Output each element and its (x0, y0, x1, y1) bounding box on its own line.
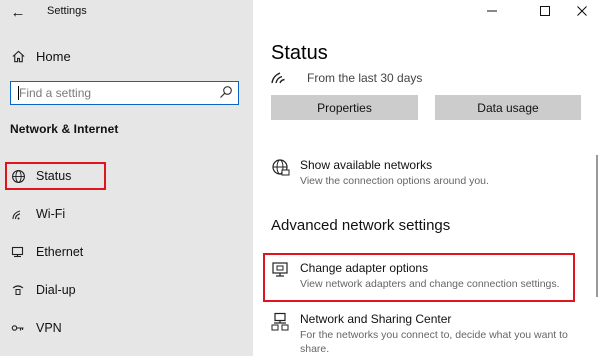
minimize-icon (487, 10, 497, 12)
scrollbar[interactable] (596, 155, 598, 297)
page-title: Status (271, 42, 328, 64)
text-cursor (18, 86, 19, 100)
wifi-signal-icon (271, 72, 285, 84)
app-title: Settings (47, 5, 87, 17)
section-title: Network & Internet (10, 122, 119, 136)
sidebar-item-ethernet[interactable]: Ethernet (0, 237, 253, 267)
data-usage-summary: From the last 30 days (271, 70, 422, 86)
adapter-highlight-box (263, 253, 575, 302)
globe-network-icon (272, 159, 290, 176)
home-icon (10, 48, 26, 64)
properties-button[interactable]: Properties (271, 95, 418, 120)
sidebar-item-label: Wi-Fi (36, 207, 66, 221)
sidebar-item-vpn[interactable]: VPN (0, 313, 253, 343)
show-available-networks-link[interactable]: Show available networks View the connect… (271, 158, 591, 192)
data-usage-button[interactable]: Data usage (435, 95, 581, 120)
home-label: Home (36, 48, 71, 64)
advanced-settings-heading: Advanced network settings (271, 217, 451, 234)
sharing-center-title: Network and Sharing Center (300, 312, 452, 326)
sharing-center-desc-line2: share. (300, 343, 330, 355)
close-button[interactable] (565, 0, 599, 22)
sharing-center-desc-line1: For the networks you connect to, decide … (300, 329, 568, 341)
sidebar-item-home[interactable]: Home (10, 45, 240, 67)
status-highlight-box (5, 162, 106, 190)
sidebar-item-wifi[interactable]: Wi-Fi (0, 199, 253, 229)
sidebar: ← Settings Home Network & Internet Statu… (0, 0, 253, 356)
sidebar-item-label: Dial-up (36, 283, 76, 297)
sidebar-item-dialup[interactable]: Dial-up (0, 275, 253, 305)
show-networks-desc: View the connection options around you. (300, 175, 489, 187)
search-box[interactable] (10, 81, 239, 105)
ethernet-icon (10, 244, 26, 260)
minimize-button[interactable] (475, 0, 509, 22)
maximize-icon (540, 6, 550, 16)
close-icon (577, 6, 587, 16)
back-button[interactable]: ← (9, 3, 27, 21)
wifi-icon (10, 206, 26, 222)
dialup-icon (10, 282, 26, 298)
network-sharing-center-link[interactable]: Network and Sharing Center For the netwo… (271, 312, 591, 356)
back-arrow-icon: ← (10, 3, 26, 21)
sidebar-item-label: VPN (36, 321, 62, 335)
vpn-icon (10, 320, 26, 336)
show-networks-title: Show available networks (300, 158, 433, 172)
main-panel: Status From the last 30 days Properties … (253, 0, 599, 356)
search-icon[interactable] (219, 85, 233, 99)
usage-period-text: From the last 30 days (307, 71, 423, 85)
maximize-button[interactable] (528, 0, 562, 22)
search-input[interactable] (19, 85, 209, 101)
sharing-center-icon (271, 312, 289, 331)
sidebar-item-label: Ethernet (36, 245, 84, 259)
